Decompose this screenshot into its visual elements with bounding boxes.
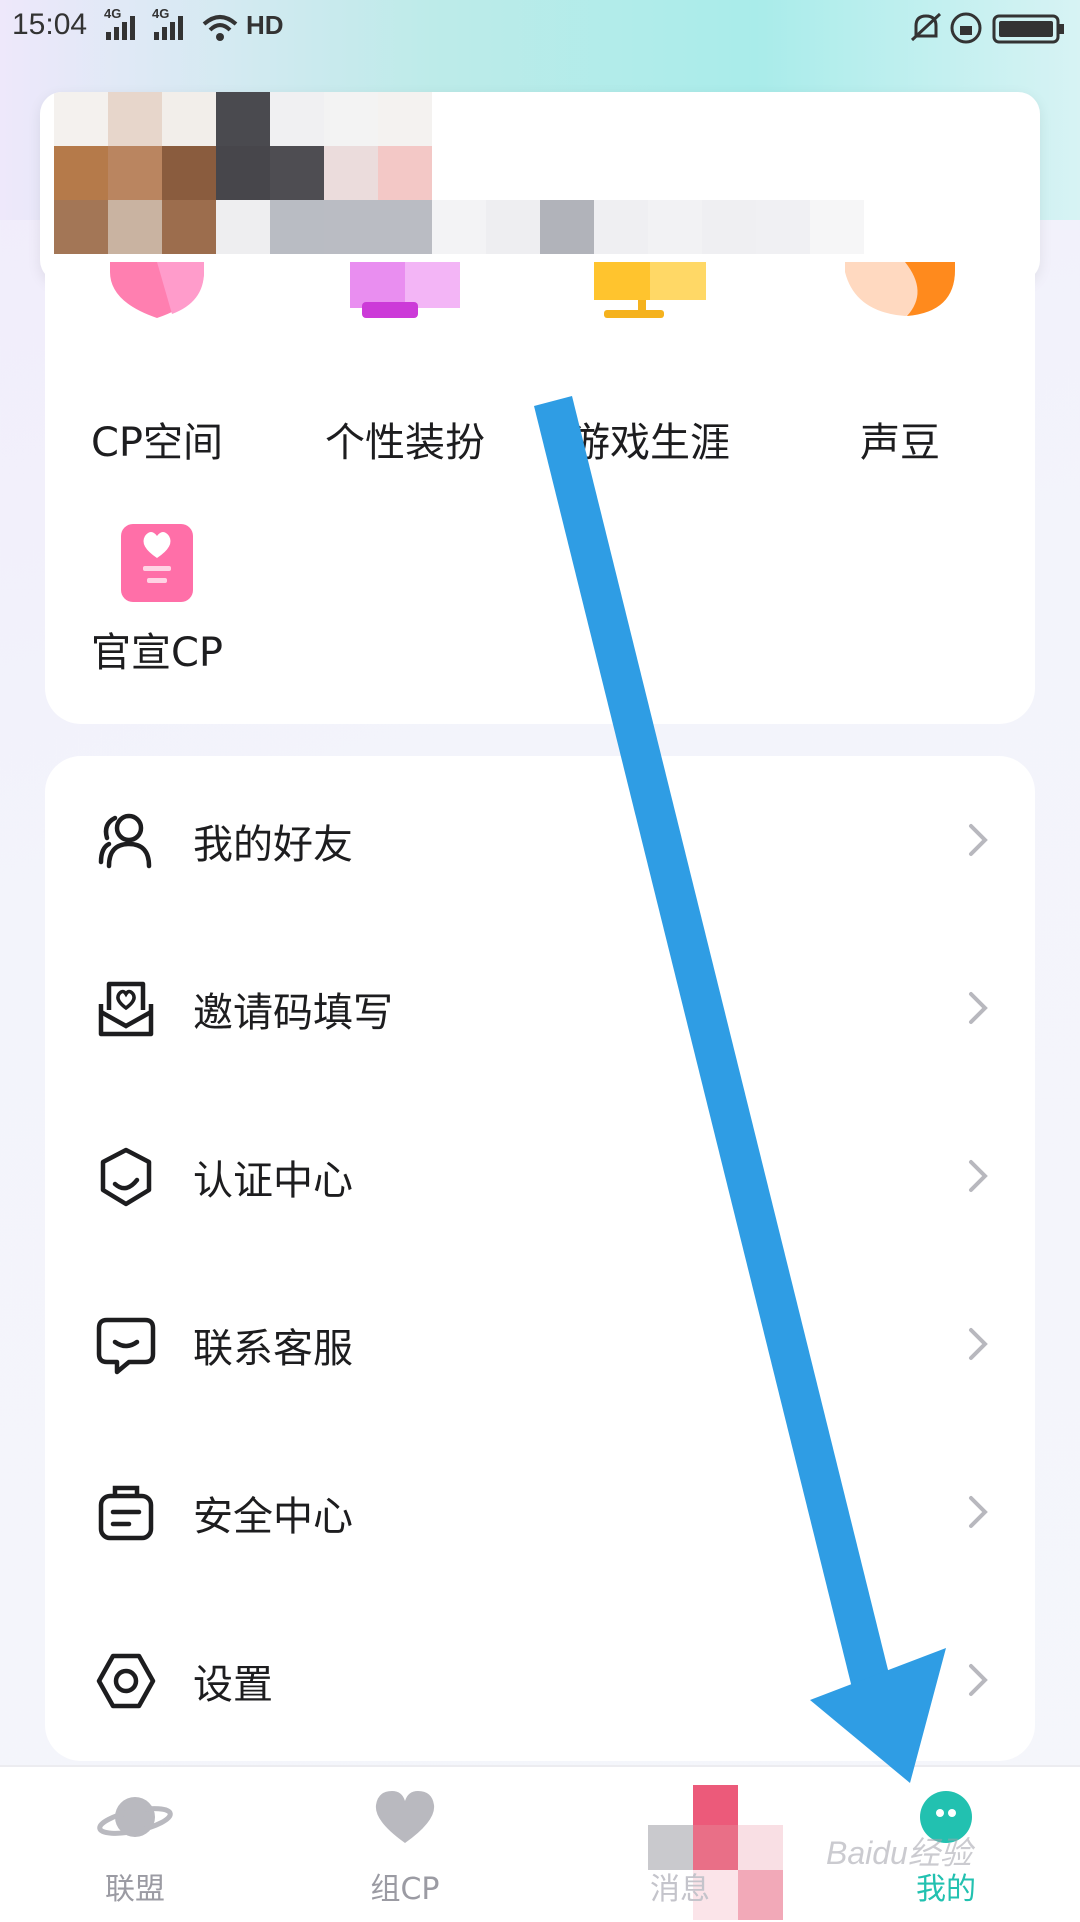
watermark-logo: Baidu经验 bbox=[826, 1835, 972, 1871]
network-type-label: 4G bbox=[104, 6, 122, 21]
menu-item-security[interactable]: 安全中心 bbox=[45, 1428, 1035, 1596]
certification-icon bbox=[100, 1147, 152, 1207]
menu-item-settings[interactable]: 设置 bbox=[45, 1596, 1035, 1764]
menu-item-certification[interactable]: 认证中心 bbox=[45, 1092, 1035, 1260]
menu-item-friends[interactable]: 我的好友 bbox=[45, 756, 1035, 924]
chevron-right-icon bbox=[969, 824, 988, 856]
status-time: 15:04 bbox=[12, 8, 88, 41]
feature-costume[interactable]: 个性装扮 bbox=[305, 262, 505, 466]
bean-icon bbox=[845, 262, 955, 316]
wifi-icon bbox=[202, 15, 238, 41]
feature-game-career[interactable]: 游戏生涯 bbox=[550, 262, 750, 466]
profile-card-blurred[interactable] bbox=[40, 92, 1040, 282]
tab-group-cp[interactable]: 组CP bbox=[325, 1767, 485, 1922]
menu-item-customer-service[interactable]: 联系客服 bbox=[45, 1260, 1035, 1428]
tab-label: 组CP bbox=[370, 1872, 440, 1907]
network-type-label-2: 4G bbox=[152, 6, 170, 21]
settings-icon bbox=[96, 1653, 156, 1709]
game-monitor-icon bbox=[594, 262, 706, 318]
chevron-right-icon bbox=[969, 992, 988, 1024]
heart-card-icon bbox=[121, 524, 193, 602]
menu-item-invite-code[interactable]: 邀请码填写 bbox=[45, 924, 1035, 1092]
heart-icon bbox=[375, 1791, 435, 1843]
feature-label: 游戏生涯 bbox=[570, 420, 730, 466]
chevron-right-icon bbox=[969, 1160, 988, 1192]
rotation-lock-icon bbox=[950, 12, 982, 44]
signal-icon-2: 4G bbox=[152, 6, 192, 40]
feature-cp-space[interactable]: CP空间 bbox=[57, 262, 257, 466]
menu-label: 安全中心 bbox=[193, 1494, 353, 1540]
security-icon bbox=[98, 1485, 154, 1541]
signal-icon: 4G bbox=[104, 6, 144, 40]
friends-icon bbox=[98, 813, 152, 869]
tab-alliance[interactable]: 联盟 bbox=[55, 1767, 215, 1922]
battery-icon bbox=[992, 14, 1064, 44]
feature-announce-cp[interactable]: 官宣CP bbox=[57, 524, 257, 724]
feature-label: 官宣CP bbox=[90, 630, 224, 676]
status-right-icons bbox=[910, 12, 1064, 44]
menu-label: 我的好友 bbox=[193, 822, 353, 868]
status-bar: 15:04 4G 4G HD bbox=[0, 0, 1080, 54]
planet-icon bbox=[97, 1797, 173, 1837]
heart-gift-icon bbox=[110, 262, 204, 318]
chevron-right-icon bbox=[969, 1328, 988, 1360]
hd-label: HD bbox=[246, 10, 284, 40]
menu-label: 设置 bbox=[193, 1662, 273, 1708]
tab-messages[interactable]: 消息 bbox=[600, 1767, 783, 1922]
menu-label: 认证中心 bbox=[193, 1158, 353, 1204]
chevron-right-icon bbox=[969, 1496, 988, 1528]
menu-label: 联系客服 bbox=[193, 1326, 353, 1372]
feature-grid-card: CP空间 个性装扮 游戏生涯 声豆 官宣CP bbox=[45, 262, 1035, 724]
chevron-right-icon bbox=[969, 1664, 988, 1696]
feature-label: 声豆 bbox=[860, 420, 940, 466]
feature-label: 个性装扮 bbox=[325, 420, 485, 466]
tab-label: 消息 bbox=[650, 1872, 710, 1907]
tab-label: 联盟 bbox=[105, 1872, 165, 1907]
feature-sound-bean[interactable]: 声豆 bbox=[800, 262, 1000, 466]
menu-label: 邀请码填写 bbox=[193, 990, 393, 1036]
mute-bell-icon bbox=[910, 12, 942, 42]
menu-list-card: 我的好友 邀请码填写 认证中心 联系客服 安全中心 设置 bbox=[45, 756, 1035, 1761]
feature-label: CP空间 bbox=[90, 420, 224, 466]
customer-service-icon bbox=[96, 1317, 156, 1375]
costume-icon bbox=[350, 262, 460, 318]
invite-mail-icon bbox=[98, 981, 154, 1037]
